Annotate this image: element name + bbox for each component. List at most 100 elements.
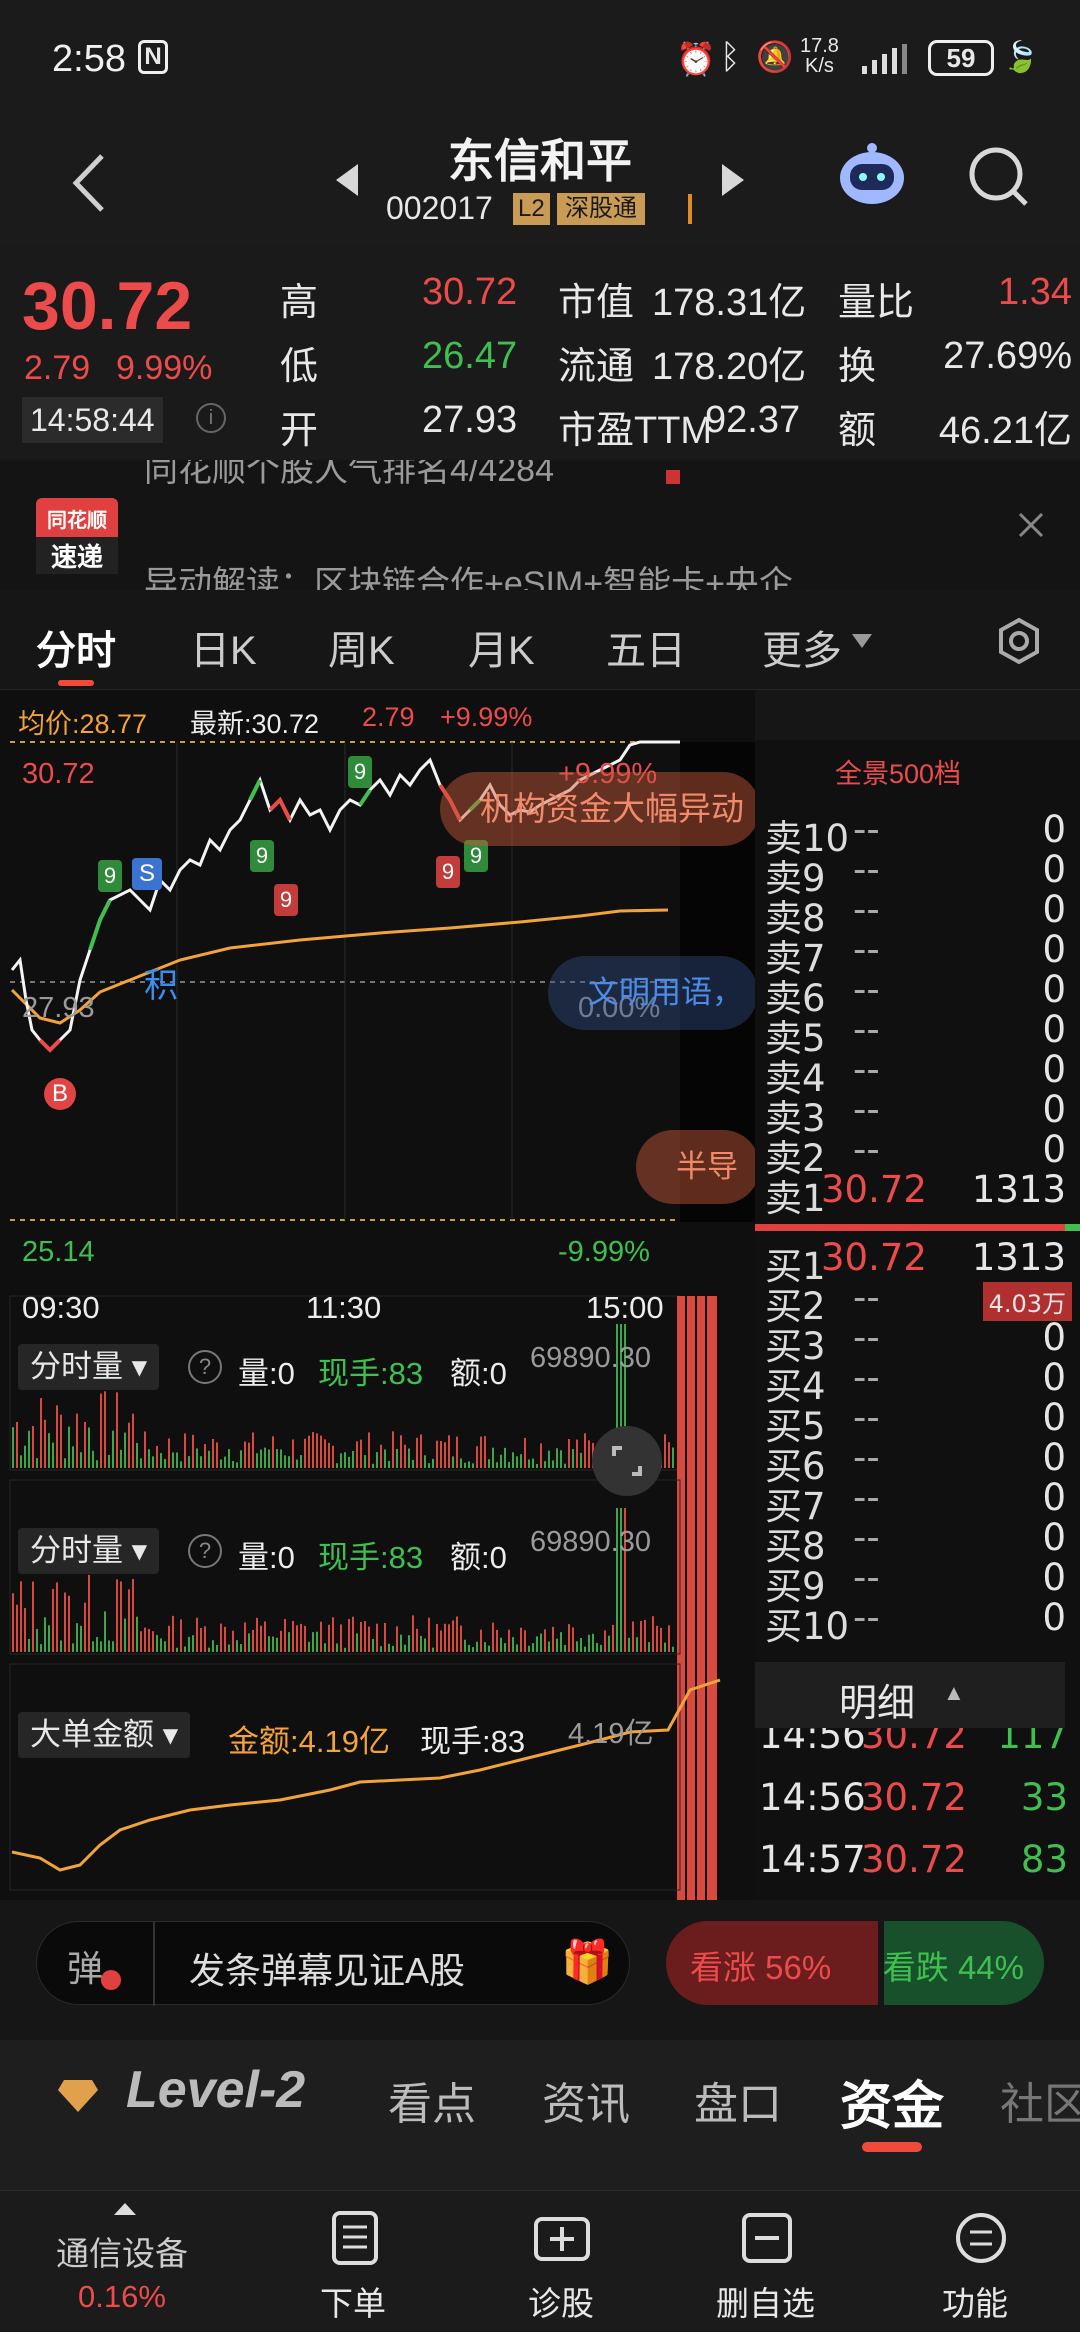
ask-row[interactable]: 卖9 -- 0 [755, 848, 1080, 900]
next-stock-icon[interactable] [718, 160, 748, 200]
level-volume: 0 [1042, 1516, 1066, 1559]
ask-row[interactable]: 卖6 -- 0 [755, 968, 1080, 1020]
vol2-indicator-select[interactable]: 分时量 ▾ [18, 1528, 160, 1574]
tab-news[interactable]: 资讯 [542, 2068, 630, 2132]
volume-bar [112, 1430, 114, 1468]
bid-row[interactable]: 买4 -- 0 [755, 1356, 1080, 1408]
volume-bar [76, 1413, 78, 1468]
volume-bar [228, 1449, 230, 1468]
volume-bar [176, 1647, 178, 1652]
book-title[interactable]: 全景500档 [835, 752, 961, 791]
volume-bar [280, 1449, 282, 1468]
close-icon[interactable] [1016, 510, 1046, 540]
tab-handicap[interactable]: 盘口 [694, 2068, 782, 2132]
robot-assistant-icon[interactable] [836, 138, 908, 210]
tab-funds[interactable]: 资金 [840, 2064, 944, 2139]
nav-order[interactable]: 下单 [300, 2191, 410, 2332]
nav-remove-watchlist[interactable]: 删自选 [704, 2191, 834, 2332]
net-speed: 17.8 K/s [800, 35, 839, 77]
detail-header[interactable]: 明细 ▲ [755, 1662, 1065, 1728]
ask-row[interactable]: 卖1 30.72 1313 [755, 1168, 1080, 1220]
event-bubble[interactable]: 机构资金大幅异动 [440, 772, 760, 846]
tab-level2[interactable]: Level-2 [126, 2060, 305, 2120]
level-volume: 0 [1042, 1396, 1066, 1439]
tab-weekly-k[interactable]: 周K [328, 618, 395, 676]
volume-bar [556, 1638, 558, 1652]
nav-diagnose[interactable]: 诊股 [508, 2191, 618, 2332]
ask-row[interactable]: 卖7 -- 0 [755, 928, 1080, 980]
mktcap-value: 178.31亿 [652, 282, 807, 324]
volume-bar [288, 1632, 290, 1652]
sell-marker[interactable]: S [132, 858, 162, 890]
bid-row[interactable]: 买8 -- 0 [755, 1516, 1080, 1568]
volume-bar [368, 1626, 370, 1652]
tab-community[interactable]: 社区 [1000, 2068, 1080, 2132]
chat-bubble[interactable]: 文明用语， [548, 956, 758, 1030]
vol1-indicator-select[interactable]: 分时量 ▾ [18, 1344, 160, 1390]
order-icon [330, 2211, 380, 2265]
volume-bar [284, 1455, 286, 1468]
back-icon[interactable] [60, 148, 120, 218]
volume-bar [284, 1618, 286, 1652]
tab-intraday[interactable]: 分时 [36, 618, 116, 676]
ask-row[interactable]: 卖2 -- 0 [755, 1128, 1080, 1180]
volume-bar [440, 1440, 442, 1468]
help-icon[interactable]: ? [188, 1534, 222, 1568]
ask-row[interactable]: 卖8 -- 0 [755, 888, 1080, 940]
menu-icon [954, 2211, 1008, 2265]
sector-bubble[interactable]: 半导 [636, 1130, 760, 1204]
buy-marker[interactable]: B [44, 1078, 76, 1110]
info-icon[interactable]: i [196, 403, 226, 433]
bid-row[interactable]: 买2 -- 4.03万 [755, 1276, 1080, 1328]
big-order-select[interactable]: 大单金额 ▾ [18, 1712, 191, 1758]
chart-change-pct: +9.99% [440, 702, 533, 732]
danmu-input[interactable]: 弹 发条弹幕见证A股 🎁 [36, 1921, 630, 2006]
level-volume: 0 [1042, 1556, 1066, 1599]
level-volume: 0 [1042, 928, 1066, 971]
bid-row[interactable]: 买7 -- 0 [755, 1476, 1080, 1528]
bid-row[interactable]: 买10 -- 0 [755, 1596, 1080, 1648]
vote-down-button[interactable]: 看跌 44% [883, 1921, 1044, 2005]
vote-up-button[interactable]: 看涨 56% [666, 1921, 878, 2005]
volume-bar [60, 1640, 62, 1652]
ask-row[interactable]: 卖3 -- 0 [755, 1088, 1080, 1140]
volume-bar [240, 1450, 242, 1468]
tab-more[interactable]: 更多 [762, 618, 842, 676]
bid-row[interactable]: 买1 30.72 1313 [755, 1236, 1080, 1288]
intraday-chart[interactable]: 均价:28.77 最新:30.72 2.79 +9.99% 30.72 +9.9… [0, 690, 760, 1900]
volume-bar [80, 1452, 82, 1468]
tab-daily-k[interactable]: 日K [190, 618, 257, 676]
danmu-icon[interactable]: 弹 [67, 1940, 103, 1992]
help-icon[interactable]: ? [188, 1350, 222, 1384]
ask-row[interactable]: 卖10 -- 0 [755, 808, 1080, 860]
fullscreen-icon[interactable] [592, 1426, 662, 1496]
sector-button[interactable]: 通信设备 0.16% [0, 2191, 250, 2332]
volume-bar [56, 1582, 58, 1652]
ask-row[interactable]: 卖4 -- 0 [755, 1048, 1080, 1100]
nav-functions[interactable]: 功能 [926, 2191, 1036, 2332]
volume-bar [152, 1631, 154, 1652]
danmu-placeholder: 发条弹幕见证A股 [189, 1950, 466, 1991]
volume-bar [224, 1626, 226, 1652]
settings-icon[interactable] [994, 616, 1044, 666]
search-icon[interactable] [966, 144, 1032, 210]
volume-bar [360, 1622, 362, 1652]
ask-row[interactable]: 卖5 -- 0 [755, 1008, 1080, 1060]
level-volume: 0 [1042, 848, 1066, 891]
prev-stock-icon[interactable] [332, 160, 362, 200]
tab-monthly-k[interactable]: 月K [468, 618, 535, 676]
volume-bar [152, 1456, 154, 1468]
bid-row[interactable]: 买9 -- 0 [755, 1556, 1080, 1608]
bid-row[interactable]: 买3 -- 0 [755, 1316, 1080, 1368]
gift-icon[interactable]: 🎁 [561, 1938, 613, 1987]
volume-bar [128, 1589, 130, 1652]
news-ticker[interactable]: 同花顺 速递 同花顺个股人气排名4/4284 异动解读：区块链合作+eSIM+智… [0, 460, 1080, 590]
volume-bar [580, 1452, 582, 1468]
tab-five-day[interactable]: 五日 [606, 618, 686, 676]
volume-bar [288, 1456, 290, 1468]
tab-highlights[interactable]: 看点 [388, 2068, 476, 2132]
bid-row[interactable]: 买6 -- 0 [755, 1436, 1080, 1488]
bid-row[interactable]: 买5 -- 0 [755, 1396, 1080, 1448]
volume-bar [204, 1626, 206, 1652]
volume-bar [400, 1634, 402, 1652]
